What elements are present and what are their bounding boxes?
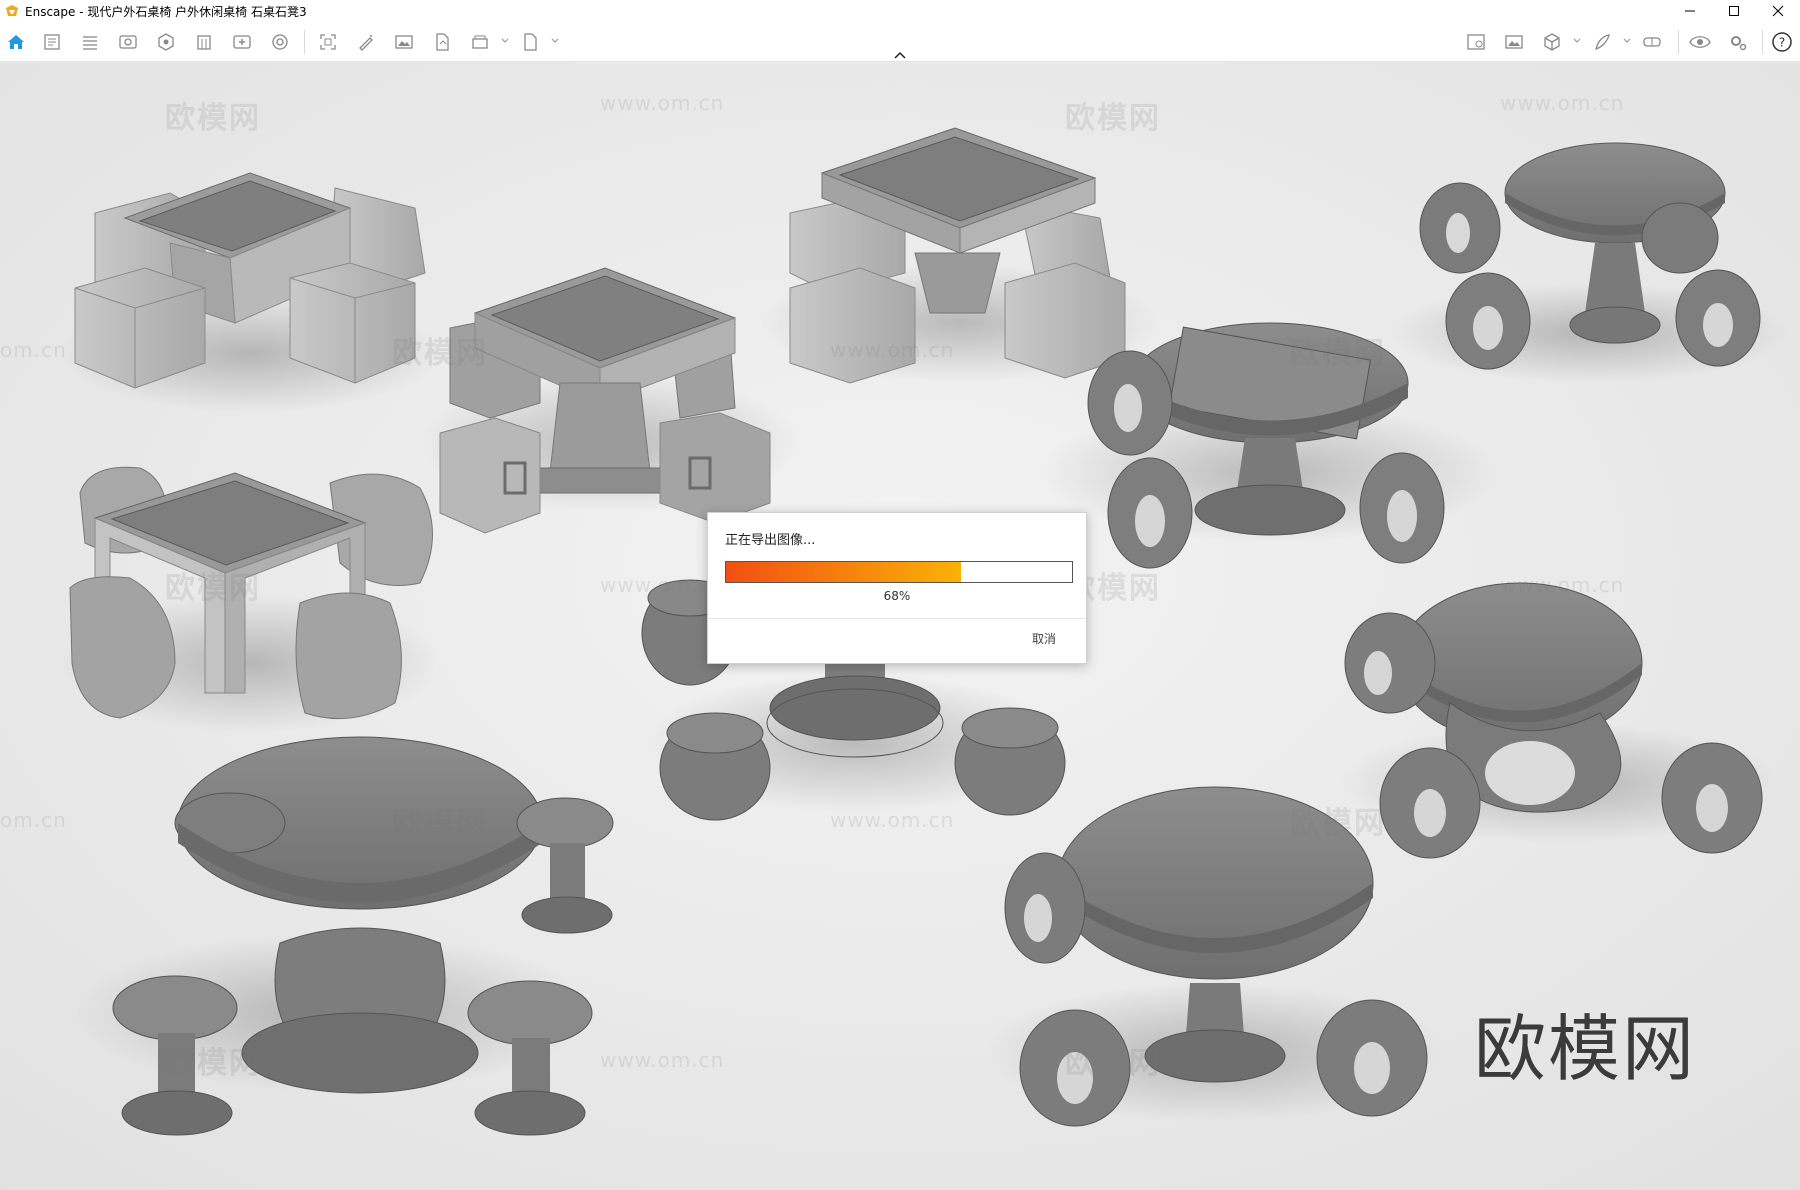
visual-settings-icon <box>1467 34 1485 50</box>
help-icon: ? <box>1772 32 1792 52</box>
feather-icon <box>1595 34 1610 50</box>
export-progress-dialog: 正在导出图像... 68% 取消 <box>707 512 1087 664</box>
render-icon <box>272 34 288 50</box>
edit-button[interactable] <box>354 30 378 54</box>
file-export-button[interactable] <box>518 30 542 54</box>
cancel-button[interactable]: 取消 <box>1032 630 1056 647</box>
watermark-url: om.cn <box>0 808 67 832</box>
watermark-logo: 欧模网 <box>392 806 488 841</box>
view-icon <box>119 35 137 49</box>
visual-settings-button[interactable] <box>1464 30 1488 54</box>
toolbar-divider <box>304 30 305 54</box>
toolbar-divider <box>1762 30 1763 54</box>
image-icon <box>395 35 413 49</box>
close-icon <box>1772 5 1784 17</box>
export-button[interactable] <box>430 30 454 54</box>
progress-percent: 68% <box>883 589 911 603</box>
watermark-url: www.om.cn <box>600 91 725 115</box>
building-icon <box>197 35 211 50</box>
watermark-url: www.om.cn <box>1500 91 1625 115</box>
brand-watermark: 欧模网 <box>1474 1007 1697 1091</box>
watermark-url: www.om.cn <box>830 338 955 362</box>
watermark-url: om.cn <box>0 338 67 362</box>
chevron-down-icon[interactable] <box>500 36 510 46</box>
svg-text:?: ? <box>1779 36 1785 50</box>
watermark-url: www.om.cn <box>600 1048 725 1072</box>
watermark-url: www.om.cn <box>1500 573 1625 597</box>
help-button[interactable]: ? <box>1770 30 1794 54</box>
batch-icon <box>472 35 488 49</box>
asset-library-button[interactable] <box>40 30 64 54</box>
watermark-logo: 欧模网 <box>1065 101 1161 136</box>
dialog-divider <box>708 618 1086 619</box>
settings-list-icon <box>83 36 97 50</box>
screenshot-icon <box>320 34 336 50</box>
watermark-logo: 欧模网 <box>165 571 261 606</box>
eye-button[interactable] <box>1688 30 1712 54</box>
export-icon <box>436 33 449 51</box>
chevron-down-icon[interactable] <box>550 36 560 46</box>
chevron-down-icon[interactable] <box>1572 36 1582 46</box>
watermark-logo: 欧模网 <box>165 101 261 136</box>
asset-library-icon <box>44 34 60 50</box>
collapse-toolbar-chevron-icon[interactable] <box>893 50 907 60</box>
vr-icon <box>1643 37 1661 47</box>
dialog-title: 正在导出图像... <box>725 533 816 548</box>
stone-table-set-square-cubes <box>60 172 440 413</box>
settings-list-button[interactable] <box>78 30 102 54</box>
vr-button[interactable] <box>1640 30 1664 54</box>
watermark-logo: 欧模网 <box>165 1046 261 1081</box>
toolbar-divider <box>1678 30 1679 54</box>
image-icon <box>1505 35 1523 49</box>
settings-button[interactable] <box>1726 30 1750 54</box>
minimize-icon <box>1685 10 1695 12</box>
maximize-button[interactable] <box>1712 0 1756 22</box>
edit-icon <box>359 35 373 51</box>
maximize-icon <box>1729 6 1739 16</box>
enscape-logo-icon <box>6 5 18 16</box>
material-button[interactable] <box>154 30 178 54</box>
image-settings-button[interactable] <box>1502 30 1526 54</box>
image-button[interactable] <box>392 30 416 54</box>
eye-icon <box>1689 36 1711 48</box>
file-export-icon <box>524 33 537 51</box>
title-bar: Enscape - 现代户外石桌椅 户外休闲桌椅 石桌石凳3 <box>0 0 1800 22</box>
window-title: Enscape - 现代户外石桌椅 户外休闲桌椅 石桌石凳3 <box>25 4 307 19</box>
watermark-logo: 欧模网 <box>392 336 488 371</box>
minimize-button[interactable] <box>1668 0 1712 22</box>
add-view-icon <box>233 35 251 49</box>
progress-bar <box>725 561 1073 583</box>
screenshot-button[interactable] <box>316 30 340 54</box>
batch-button[interactable] <box>468 30 492 54</box>
window-controls <box>1668 0 1800 22</box>
watermark-logo: 欧模网 <box>1065 1046 1161 1081</box>
home-icon <box>8 35 24 49</box>
gear-icon <box>1731 36 1747 51</box>
progress-bar-fill <box>726 562 962 582</box>
watermark-logo: 欧模网 <box>1290 806 1386 841</box>
feather-button[interactable] <box>1590 30 1614 54</box>
watermark-url: www.om.cn <box>830 808 955 832</box>
watermark-logo: 欧模网 <box>1290 336 1386 371</box>
view-button[interactable] <box>116 30 140 54</box>
cube-button[interactable] <box>1540 30 1564 54</box>
chevron-down-icon[interactable] <box>1622 36 1632 46</box>
watermark-url: www.om.cn <box>600 573 725 597</box>
add-view-button[interactable] <box>230 30 254 54</box>
material-icon <box>158 33 174 51</box>
close-window-button[interactable] <box>1756 0 1800 22</box>
building-button[interactable] <box>192 30 216 54</box>
render-button[interactable] <box>268 30 292 54</box>
home-button[interactable] <box>4 30 28 54</box>
cube-icon <box>1544 33 1560 51</box>
